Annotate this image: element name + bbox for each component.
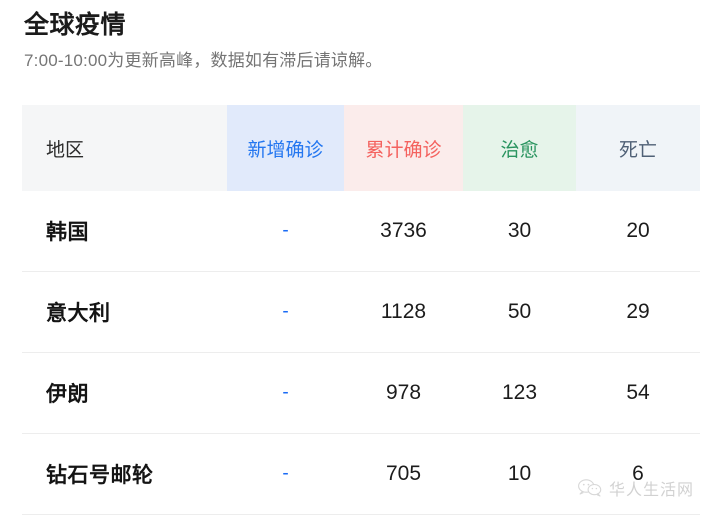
stats-table-container: 地区 新增确诊 累计确诊 治愈 死亡 韩国 - 3736 30 20 意大利 - — [22, 105, 700, 515]
cell-deaths: 20 — [576, 191, 700, 272]
table-header-row: 地区 新增确诊 累计确诊 治愈 死亡 — [22, 105, 700, 191]
cell-region: 韩国 — [22, 191, 227, 272]
column-header-total-confirmed[interactable]: 累计确诊 — [344, 105, 463, 191]
cell-deaths: 54 — [576, 352, 700, 434]
table-row[interactable]: 韩国 - 3736 30 20 — [22, 191, 700, 272]
table-body: 韩国 - 3736 30 20 意大利 - 1128 50 29 伊朗 - 97… — [22, 191, 700, 515]
column-header-deaths[interactable]: 死亡 — [576, 105, 700, 191]
cell-cured: 50 — [463, 271, 576, 353]
epidemic-stats-page: 全球疫情 7:00-10:00为更新高峰，数据如有滞后请谅解。 地区 新增确诊 … — [0, 0, 702, 522]
cell-deaths: 29 — [576, 271, 700, 353]
page-title: 全球疫情 — [24, 11, 127, 39]
cell-cured: 30 — [463, 191, 576, 272]
table-row[interactable]: 意大利 - 1128 50 29 — [22, 271, 700, 353]
table-row[interactable]: 钻石号邮轮 - 705 10 6 — [22, 433, 700, 515]
cell-total-confirmed: 1128 — [344, 271, 463, 353]
cell-new-confirmed: - — [227, 352, 344, 434]
cell-new-confirmed: - — [227, 271, 344, 353]
cell-new-confirmed: - — [227, 433, 344, 515]
header-block: 全球疫情 7:00-10:00为更新高峰，数据如有滞后请谅解。 — [0, 0, 702, 74]
cell-total-confirmed: 705 — [344, 433, 463, 515]
cell-region: 伊朗 — [22, 352, 227, 434]
cell-region: 意大利 — [22, 271, 227, 353]
table-header: 地区 新增确诊 累计确诊 治愈 死亡 — [22, 105, 700, 191]
cell-total-confirmed: 3736 — [344, 191, 463, 272]
column-header-new-confirmed[interactable]: 新增确诊 — [227, 105, 344, 191]
cell-total-confirmed: 978 — [344, 352, 463, 434]
page-subtitle: 7:00-10:00为更新高峰，数据如有滞后请谅解。 — [24, 51, 383, 70]
column-header-cured[interactable]: 治愈 — [463, 105, 576, 191]
cell-deaths: 6 — [576, 433, 700, 515]
table-row[interactable]: 伊朗 - 978 123 54 — [22, 352, 700, 434]
cell-new-confirmed: - — [227, 191, 344, 272]
cell-cured: 10 — [463, 433, 576, 515]
cell-region: 钻石号邮轮 — [22, 433, 227, 515]
column-header-region[interactable]: 地区 — [22, 105, 227, 191]
global-epidemic-table: 地区 新增确诊 累计确诊 治愈 死亡 韩国 - 3736 30 20 意大利 - — [22, 105, 700, 515]
cell-cured: 123 — [463, 352, 576, 434]
